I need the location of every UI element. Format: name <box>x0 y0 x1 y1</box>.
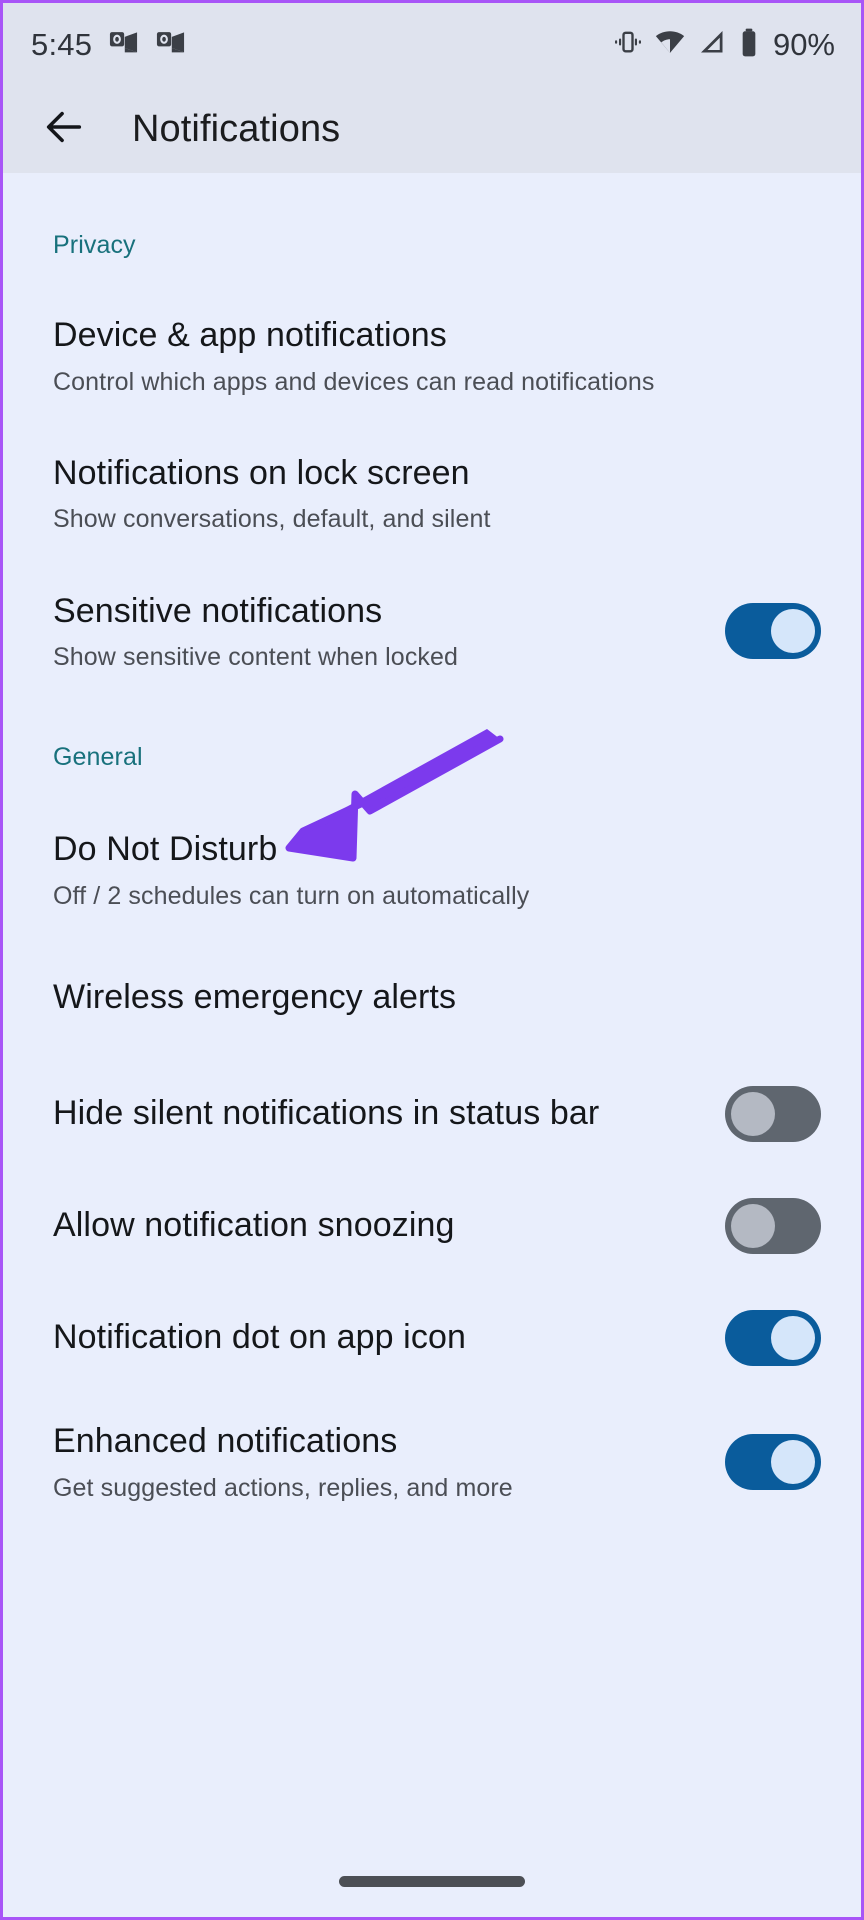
toggle-thumb <box>771 609 815 654</box>
toggle-hide-silent-notifications[interactable] <box>725 1086 821 1143</box>
setting-subtitle: Get suggested actions, replies, and more <box>53 1473 513 1502</box>
setting-title: Hide silent notifications in status bar <box>53 1094 600 1133</box>
toggle-thumb <box>731 1204 775 1249</box>
setting-row-notifications-on-lock-screen[interactable]: Notifications on lock screen Show conver… <box>3 452 861 536</box>
toggle-thumb <box>771 1439 815 1484</box>
row-text: Do Not Disturb Off / 2 schedules can tur… <box>53 828 821 912</box>
setting-title: Notifications on lock screen <box>53 453 470 492</box>
toggle-notification-dot[interactable] <box>725 1310 821 1367</box>
setting-row-do-not-disturb[interactable]: Do Not Disturb Off / 2 schedules can tur… <box>3 828 861 912</box>
setting-row-sensitive-notifications[interactable]: Sensitive notifications Show sensitive c… <box>3 590 861 674</box>
phone-screen: 5:45 90% Notifications Privacy Device & … <box>0 0 864 1920</box>
row-text: Allow notification snoozing <box>53 1204 725 1248</box>
back-arrow-icon <box>41 104 87 155</box>
navigation-bar <box>3 1845 861 1917</box>
outlook-notification-icon <box>155 27 186 63</box>
status-bar-right: 90% <box>613 26 835 63</box>
setting-title: Notification dot on app icon <box>53 1318 466 1357</box>
status-bar-left: 5:45 <box>31 27 186 63</box>
setting-row-enhanced-notifications[interactable]: Enhanced notifications Get suggested act… <box>3 1420 861 1504</box>
status-bar-clock: 5:45 <box>31 26 93 62</box>
setting-title: Allow notification snoozing <box>53 1206 455 1245</box>
row-text: Sensitive notifications Show sensitive c… <box>53 590 725 674</box>
setting-title: Sensitive notifications <box>53 591 383 630</box>
outlook-notification-icon <box>108 27 139 63</box>
setting-title: Device & app notifications <box>53 316 447 354</box>
row-text: Hide silent notifications in status bar <box>53 1092 725 1136</box>
setting-subtitle: Off / 2 schedules can turn on automatica… <box>53 881 530 910</box>
setting-row-wireless-emergency-alerts[interactable]: Wireless emergency alerts <box>3 968 861 1028</box>
row-text: Notification dot on app icon <box>53 1316 725 1360</box>
setting-subtitle: Show conversations, default, and silent <box>53 505 491 534</box>
setting-row-allow-notification-snoozing[interactable]: Allow notification snoozing <box>3 1196 861 1256</box>
status-bar: 5:45 90% <box>3 3 861 86</box>
setting-title: Do Not Disturb <box>53 830 278 869</box>
page-title: Notifications <box>132 108 341 150</box>
section-header-general: General <box>53 743 143 772</box>
setting-title: Wireless emergency alerts <box>53 978 457 1017</box>
section-header-privacy: Privacy <box>53 231 136 259</box>
home-gesture-pill[interactable] <box>339 1875 525 1887</box>
toggle-thumb <box>771 1316 815 1361</box>
toggle-allow-notification-snoozing[interactable] <box>725 1198 821 1255</box>
toggle-sensitive-notifications[interactable] <box>725 603 821 660</box>
toggle-enhanced-notifications[interactable] <box>725 1433 821 1490</box>
toggle-thumb <box>731 1092 775 1137</box>
setting-row-hide-silent-notifications[interactable]: Hide silent notifications in status bar <box>3 1084 861 1144</box>
row-text: Device & app notifications Control which… <box>53 314 821 398</box>
battery-icon <box>738 27 760 63</box>
row-text: Wireless emergency alerts <box>53 976 821 1020</box>
back-button[interactable] <box>33 99 95 161</box>
setting-row-device-app-notifications[interactable]: Device & app notifications Control which… <box>3 314 861 398</box>
setting-subtitle: Show sensitive content when locked <box>53 643 459 672</box>
wifi-icon <box>654 26 686 63</box>
setting-title: Enhanced notifications <box>53 1422 398 1461</box>
vibrate-icon <box>613 27 643 62</box>
cellular-signal-icon <box>697 27 727 62</box>
row-text: Enhanced notifications Get suggested act… <box>53 1420 725 1504</box>
app-bar: Notifications <box>3 86 861 173</box>
settings-list: Privacy Device & app notifications Contr… <box>3 173 861 1917</box>
battery-percentage: 90% <box>772 26 835 62</box>
setting-row-notification-dot[interactable]: Notification dot on app icon <box>3 1308 861 1368</box>
row-text: Notifications on lock screen Show conver… <box>53 452 821 536</box>
setting-subtitle: Control which apps and devices can read … <box>53 367 655 396</box>
